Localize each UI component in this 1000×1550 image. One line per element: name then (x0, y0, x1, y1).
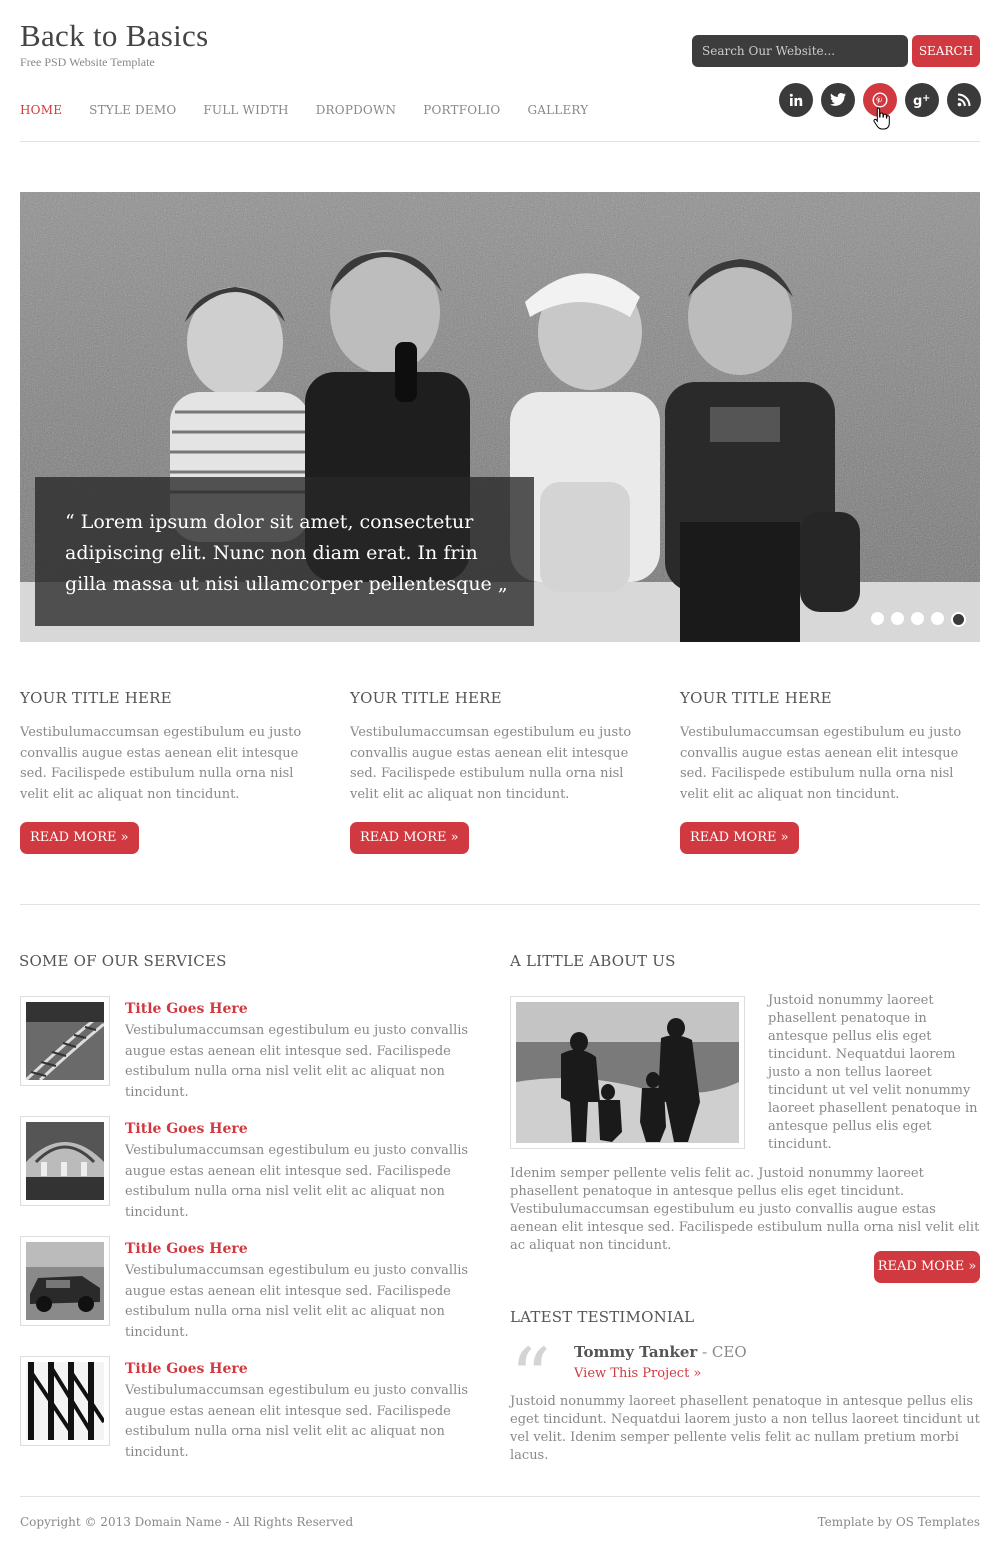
nav-item-dropdown[interactable]: DROPDOWN (316, 103, 396, 117)
svg-text:+: + (922, 93, 930, 104)
twitter-icon[interactable] (821, 83, 855, 117)
slider-dot-4[interactable] (931, 612, 944, 625)
testimonial-role: - CEO (697, 1343, 747, 1361)
slider-dot-3[interactable] (911, 612, 924, 625)
slider-caption-text: “ Lorem ipsum dolor sit amet, consectetu… (65, 511, 508, 595)
footer-credit-link[interactable]: Template by OS Templates (818, 1515, 980, 1529)
about-side-text: Justoid nonummy laoreet phasellent penat… (768, 993, 978, 1152)
svg-text:g: g (913, 94, 922, 108)
testimonial-heading: LATEST TESTIMONIAL (510, 1308, 695, 1326)
service-thumbnail-hall[interactable] (20, 1116, 110, 1206)
column-text: Vestibulumaccumsan egestibulum eu justo … (20, 725, 302, 802)
testimonial-text: Justoid nonummy laoreet phasellent penat… (510, 1394, 980, 1463)
testimonial-author: Tommy Tanker - CEO (574, 1343, 747, 1361)
service-text: Vestibulumaccumsan egestibulum eu justo … (125, 1143, 469, 1220)
footer-divider (20, 1496, 980, 1497)
column-text: Vestibulumaccumsan egestibulum eu justo … (680, 725, 962, 802)
testimonial-name: Tommy Tanker (574, 1343, 698, 1361)
header-divider (20, 141, 980, 142)
nav-item-gallery[interactable]: GALLERY (527, 103, 588, 117)
about-family-image (510, 996, 745, 1149)
rss-icon[interactable] (947, 83, 981, 117)
service-title-link[interactable]: Title Goes Here (125, 1001, 248, 1017)
nav-item-home[interactable]: HOME (20, 103, 62, 117)
linkedin-icon[interactable] (779, 83, 813, 117)
view-project-link[interactable]: View This Project » (574, 1366, 701, 1381)
service-text: Vestibulumaccumsan egestibulum eu justo … (125, 1023, 469, 1100)
main-nav: HOME STYLE DEMO FULL WIDTH DROPDOWN PORT… (20, 103, 615, 117)
about-read-more-button[interactable]: READ MORE » (874, 1251, 980, 1283)
nav-item-style-demo[interactable]: STYLE DEMO (89, 103, 176, 117)
slider-dot-1[interactable] (871, 612, 884, 625)
read-more-button[interactable]: READ MORE » (20, 822, 139, 854)
about-heading: A LITTLE ABOUT US (510, 952, 676, 970)
nav-item-full-width[interactable]: FULL WIDTH (203, 103, 288, 117)
site-tagline: Free PSD Website Template (20, 55, 155, 69)
service-title-link[interactable]: Title Goes Here (125, 1361, 248, 1377)
service-title-link[interactable]: Title Goes Here (125, 1241, 248, 1257)
slider-dot-2[interactable] (891, 612, 904, 625)
search-button[interactable]: SEARCH (912, 35, 980, 67)
service-text: Vestibulumaccumsan egestibulum eu justo … (125, 1263, 469, 1340)
section-divider (20, 904, 980, 905)
service-thumbnail-car[interactable] (20, 1236, 110, 1326)
nav-item-portfolio[interactable]: PORTFOLIO (423, 103, 500, 117)
column-title: YOUR TITLE HERE (680, 689, 832, 707)
hand-cursor-icon (873, 106, 891, 134)
service-thumbnail-railway[interactable] (20, 996, 110, 1086)
column-text: Vestibulumaccumsan egestibulum eu justo … (350, 725, 632, 802)
service-text: Vestibulumaccumsan egestibulum eu justo … (125, 1383, 469, 1460)
column-title: YOUR TITLE HERE (350, 689, 502, 707)
slider-dot-5[interactable] (951, 612, 966, 627)
about-body-text: Idenim semper pellente velis felit ac. J… (510, 1166, 980, 1253)
services-heading: SOME OF OUR SERVICES (19, 952, 227, 970)
service-title-link[interactable]: Title Goes Here (125, 1121, 248, 1137)
service-thumbnail-bridge[interactable] (20, 1356, 110, 1446)
read-more-button[interactable]: READ MORE » (680, 822, 799, 854)
column-title: YOUR TITLE HERE (20, 689, 172, 707)
read-more-button[interactable]: READ MORE » (350, 822, 469, 854)
site-logo[interactable]: Back to Basics (20, 18, 208, 54)
search-input[interactable] (692, 35, 908, 67)
footer-copyright: Copyright © 2013 Domain Name - All Right… (20, 1515, 354, 1529)
google-plus-icon[interactable]: g + (905, 83, 939, 117)
